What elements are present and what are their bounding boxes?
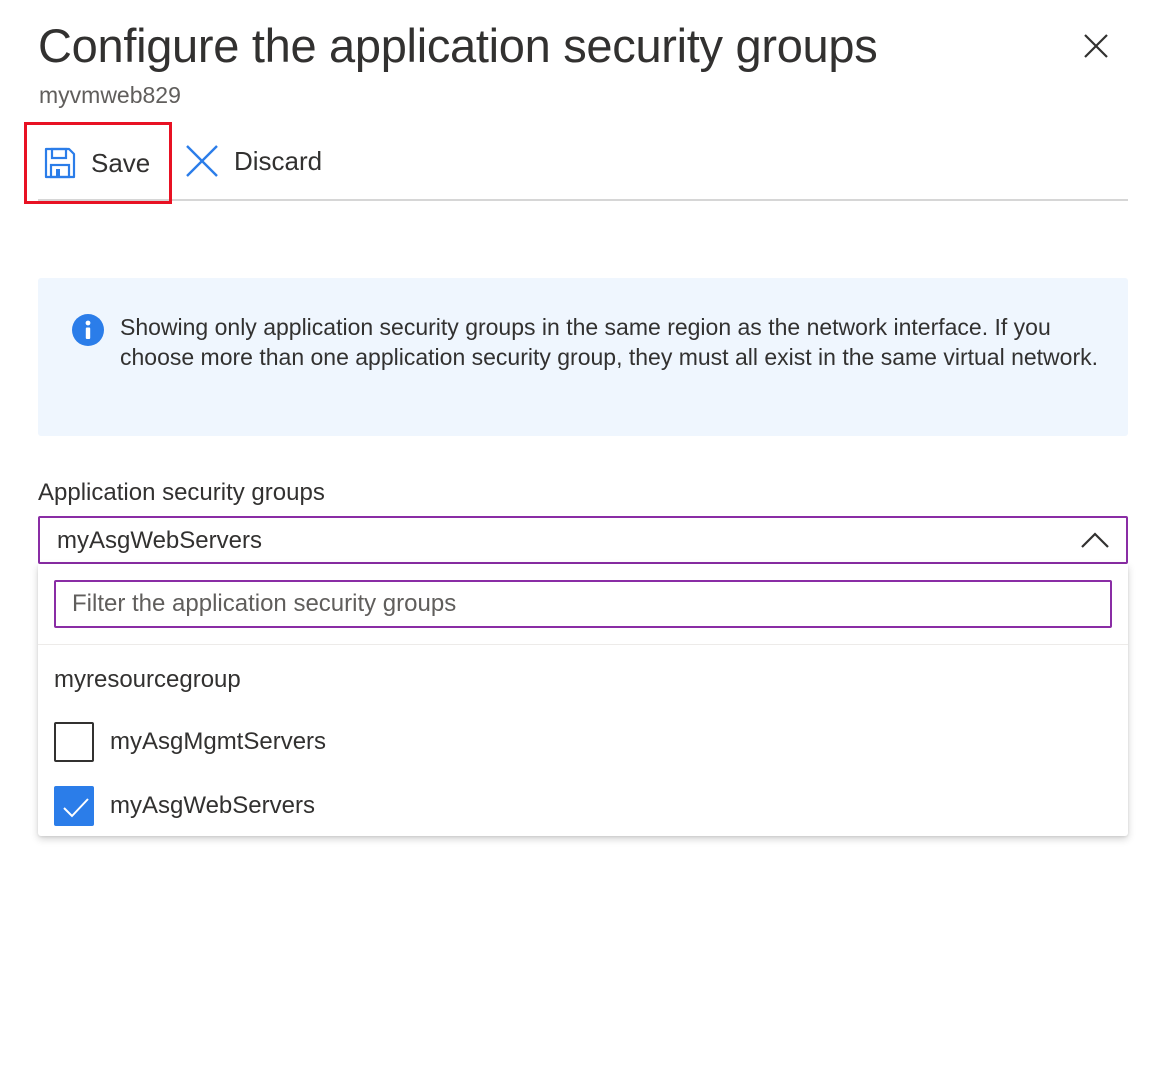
discard-button[interactable]: Discard (184, 124, 322, 198)
asg-dropdown-menu: myresourcegroup myAsgMgmtServers myAsgWe… (38, 564, 1128, 836)
floppy-disk-icon (44, 147, 76, 179)
asg-filter-input[interactable] (54, 580, 1112, 628)
x-icon (186, 145, 218, 177)
asg-option-mgmt-label: myAsgMgmtServers (110, 728, 327, 755)
save-label: Save (91, 147, 151, 178)
discard-label: Discard (234, 145, 323, 176)
close-icon (1084, 34, 1108, 58)
asg-option-web-checkbox[interactable] (54, 786, 94, 826)
command-bar: Save Discard (24, 122, 1128, 204)
asg-field-label: Application security groups (38, 479, 325, 506)
menu-divider (38, 644, 1128, 645)
close-button[interactable] (1076, 26, 1116, 66)
info-message-text: Showing only application security groups… (120, 314, 1098, 370)
save-button[interactable]: Save (24, 122, 172, 204)
checkmark-icon (63, 798, 89, 818)
asg-dropdown-value: myAsgWebServers (57, 527, 262, 554)
configure-asg-panel: Configure the application security group… (0, 0, 1164, 1072)
panel-title: Configure the application security group… (38, 19, 878, 72)
info-message-bar: Showing only application security groups… (38, 278, 1128, 436)
asg-dropdown[interactable]: myAsgWebServers (38, 516, 1128, 564)
asg-option-web-label: myAsgWebServers (110, 792, 315, 819)
asg-option-mgmt-checkbox[interactable] (54, 722, 94, 762)
asg-option-web[interactable]: myAsgWebServers (54, 784, 315, 828)
asg-option-mgmt[interactable]: myAsgMgmtServers (54, 720, 326, 764)
panel-subtitle: myvmweb829 (39, 82, 181, 108)
chevron-up-icon (1081, 532, 1109, 548)
info-icon (72, 314, 104, 346)
resource-group-header: myresourcegroup (54, 666, 241, 693)
